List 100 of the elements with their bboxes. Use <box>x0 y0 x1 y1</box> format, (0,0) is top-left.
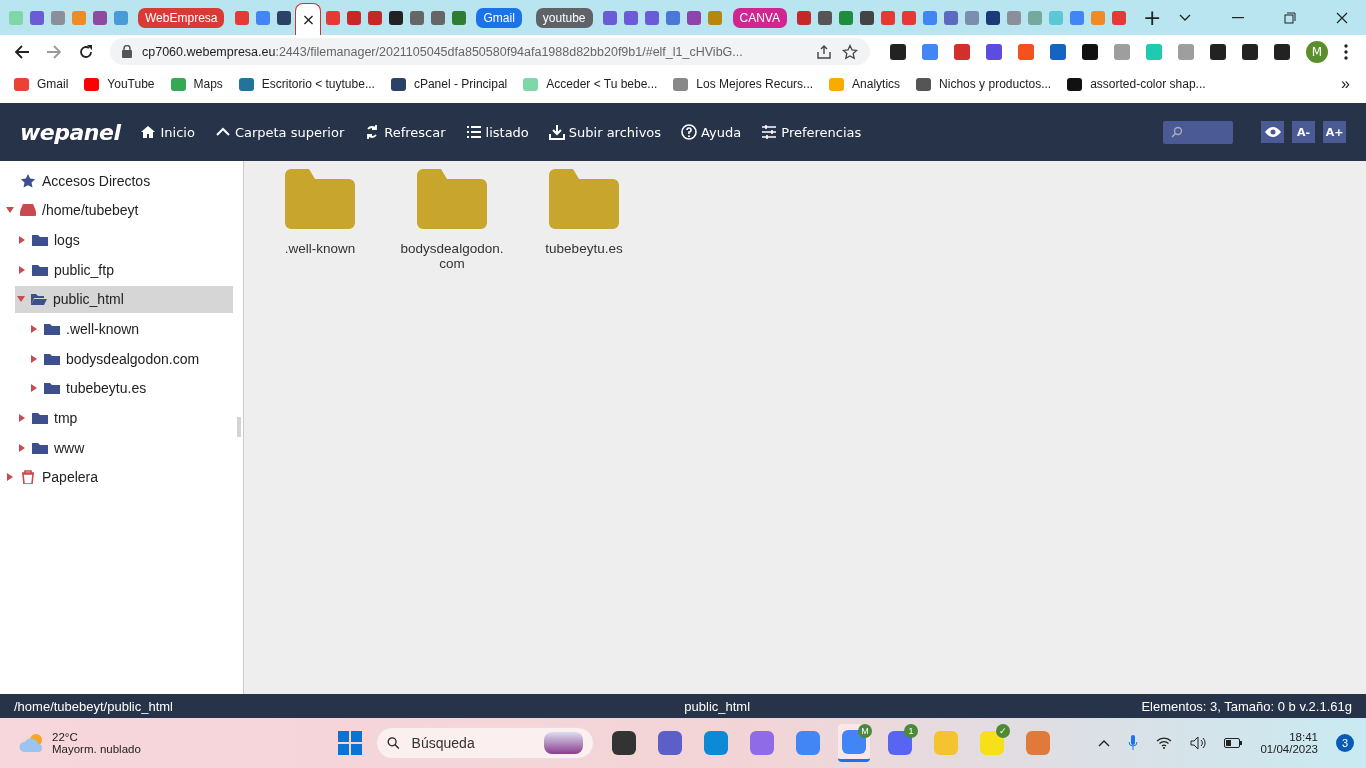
home-icon <box>140 124 157 140</box>
close-icon[interactable] <box>1336 11 1348 24</box>
folder-icon <box>44 321 60 336</box>
help-icon <box>681 124 698 140</box>
folder-icon <box>32 411 48 425</box>
microphone-icon[interactable] <box>1128 735 1139 751</box>
folder-item[interactable]: bodysdealgodon.com <box>392 169 512 271</box>
sliders-icon <box>761 124 778 140</box>
toolbar-button[interactable]: Refrescar <box>364 124 446 140</box>
trash-icon <box>20 470 36 485</box>
tree-item[interactable]: /home/tubebeyt <box>0 196 233 224</box>
bookmark-link[interactable]: Nichos y productos... <box>916 77 1052 91</box>
tab-group-label[interactable]: CANVA <box>732 7 787 28</box>
font-size-button[interactable]: A- <box>1292 121 1315 143</box>
caret-icon[interactable] <box>30 324 38 333</box>
clock[interactable]: 18:41 01/04/2023 <box>1260 731 1318 755</box>
new-tab-button[interactable]: + <box>1143 5 1162 30</box>
extension-icon[interactable] <box>1210 43 1226 60</box>
tab-group-label[interactable]: youtube <box>535 7 593 28</box>
extension-icon[interactable] <box>890 43 906 60</box>
notification-badge[interactable]: 3 <box>1336 734 1354 752</box>
tab-group-label[interactable]: Gmail <box>476 7 522 28</box>
forward-arrow-icon[interactable] <box>46 43 62 60</box>
battery-icon[interactable] <box>1224 738 1243 748</box>
tree-item[interactable]: public_html <box>15 285 233 313</box>
bookmark-link[interactable]: Escritorio < tuytube... <box>238 77 375 91</box>
url-text: cp7060.webempresa.eu:2443/filemanager/2021105045dfa850580f94afa1988d82bb20f9b1/#elf_l1_cHVibG... <box>142 44 744 59</box>
bookmark-link[interactable]: YouTube <box>84 77 155 91</box>
caret-icon[interactable] <box>6 206 14 215</box>
folder-item[interactable]: .well-known <box>260 169 380 256</box>
wepanel-logo[interactable]: wepanel <box>20 119 121 145</box>
bookmark-link[interactable]: Los Mejores Recurs... <box>673 77 814 91</box>
toolbar-button[interactable]: Inicio <box>140 124 195 140</box>
tree-item[interactable]: .well-known <box>0 315 233 343</box>
more-bookmarks-button[interactable]: » <box>1341 75 1350 93</box>
toolbar-button[interactable]: Ayuda <box>681 124 742 140</box>
upload-icon <box>548 124 565 140</box>
folder-icon <box>32 262 48 277</box>
profile-avatar[interactable]: M <box>1306 40 1328 63</box>
folder-icon <box>32 440 48 455</box>
bookmark-link[interactable]: Gmail <box>14 77 69 91</box>
tab-group-label[interactable]: WebEmpresa <box>138 7 225 28</box>
address-bar[interactable]: cp7060.webempresa.eu:2443/filemanager/2021105045dfa850580f94afa1988d82bb20f9b1/#elf_l1_cHVibG... <box>110 38 870 65</box>
tree-item[interactable]: public_ftp <box>0 256 233 284</box>
toolbar-button[interactable]: Carpeta superior <box>214 124 345 140</box>
more-menu-icon[interactable] <box>1344 43 1348 60</box>
tree-item[interactable]: bodysdealgodon.com <box>0 345 233 373</box>
taskbar-app-icon[interactable]: M <box>838 724 870 762</box>
chevron-down-icon[interactable] <box>1178 12 1192 23</box>
caret-icon[interactable] <box>18 265 26 274</box>
preview-button[interactable] <box>1261 121 1284 143</box>
bookmark-link[interactable]: Acceder < Tu bebe... <box>523 77 658 91</box>
font-size-button[interactable]: A+ <box>1323 121 1346 143</box>
start-icon[interactable] <box>338 731 362 755</box>
caret-icon[interactable] <box>6 473 14 482</box>
toolbar-button[interactable]: listado <box>465 124 529 140</box>
tree-item[interactable]: logs <box>0 226 233 254</box>
caret-icon[interactable] <box>30 384 38 393</box>
extension-icon[interactable] <box>1274 43 1290 60</box>
share-icon[interactable] <box>816 43 832 60</box>
back-arrow-icon[interactable] <box>14 43 30 60</box>
star-icon[interactable] <box>842 43 858 60</box>
eye-icon <box>1263 126 1282 138</box>
bookmark-link[interactable]: Maps <box>170 77 223 91</box>
tree-item[interactable]: www <box>0 434 233 462</box>
tree-item[interactable]: Papelera <box>0 463 233 491</box>
speaker-icon[interactable] <box>1190 736 1207 750</box>
extension-icon[interactable] <box>1082 43 1098 60</box>
caret-icon[interactable] <box>18 235 26 244</box>
resize-handle[interactable] <box>237 417 241 437</box>
folder-icon <box>549 169 619 229</box>
folder-item[interactable]: tubebeytu.es <box>524 169 644 256</box>
temperature-text: 22°C <box>52 731 79 743</box>
search-input[interactable]: Búsqueda <box>409 734 534 752</box>
reload-icon[interactable] <box>78 43 94 60</box>
tree-item[interactable]: tubebeytu.es <box>0 374 233 402</box>
extension-icon[interactable] <box>1242 43 1258 60</box>
bookmark-link[interactable]: Analytics <box>829 77 901 91</box>
status-path: /home/tubebeyt/public_html <box>14 698 173 714</box>
tree-item[interactable]: Accesos Directos <box>0 167 233 194</box>
toolbar-button[interactable]: Preferencias <box>761 124 862 140</box>
active-tab-close[interactable]: × <box>295 3 322 35</box>
caret-icon[interactable] <box>18 443 26 452</box>
minimize-icon[interactable] <box>1232 16 1244 19</box>
caret-icon[interactable] <box>17 295 25 304</box>
status-info: Elementos: 3, Tamaño: 0 b v.2.1.61g <box>1141 698 1352 714</box>
caret-icon[interactable] <box>18 414 26 422</box>
folder-icon <box>417 169 487 229</box>
restore-icon[interactable] <box>1284 11 1296 24</box>
folder-icon <box>285 169 355 229</box>
caret-icon[interactable] <box>30 354 38 363</box>
bookmark-link[interactable]: assorted-color shap... <box>1067 77 1206 91</box>
toolbar-button[interactable]: Subir archivos <box>548 124 662 140</box>
wifi-icon[interactable] <box>1156 737 1173 749</box>
search-field[interactable] <box>1163 120 1233 144</box>
tree-item[interactable]: tmp <box>0 404 233 432</box>
taskbar-search-field[interactable]: Búsqueda <box>376 727 594 759</box>
bookmark-link[interactable]: cPanel - Principal <box>390 77 508 91</box>
status-current-folder: public_html <box>684 698 751 714</box>
chevron-up-icon[interactable] <box>1098 739 1111 747</box>
